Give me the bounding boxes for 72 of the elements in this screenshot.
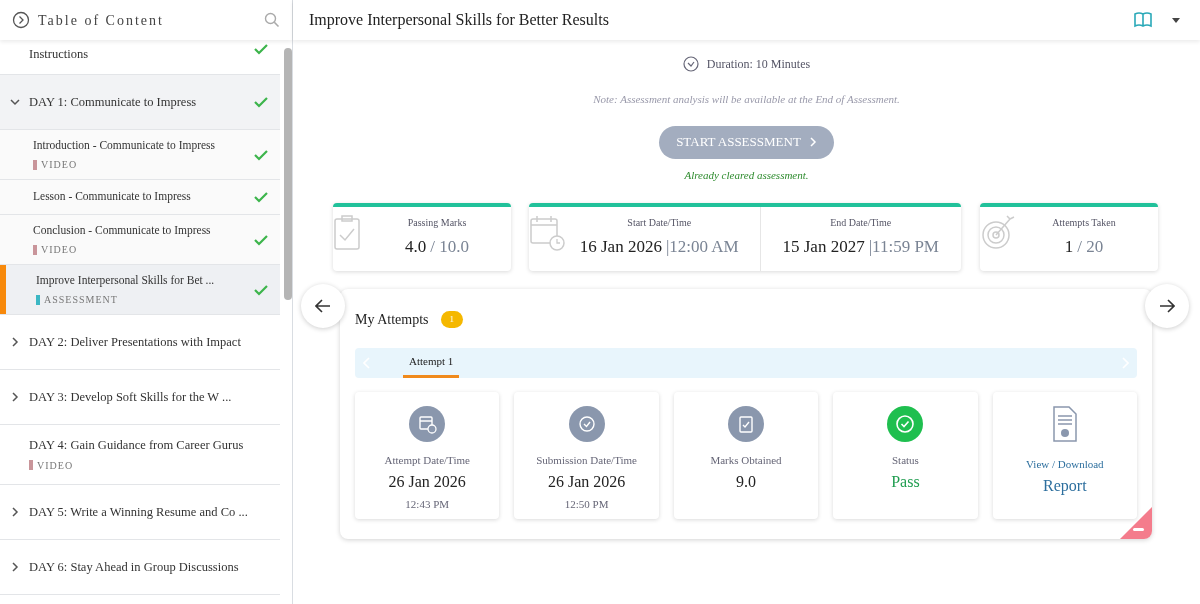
- item-title: Instructions: [29, 46, 90, 63]
- stat-value: 16 Jan 2026: [579, 236, 662, 258]
- stat-label: End Date/Time: [830, 216, 892, 230]
- detail-time: 12:43 PM: [405, 496, 450, 512]
- item-title: DAY 6: Stay Ahead in Group Discussions: [29, 558, 240, 576]
- item-title: Improve Interpersonal Skills for Bet ...: [36, 272, 216, 289]
- sidebar-item[interactable]: DAY 1: Communicate to Impress: [0, 75, 280, 130]
- chevron-right-icon: [9, 507, 20, 517]
- previous-button[interactable]: [301, 284, 345, 328]
- chevron-right-icon: [9, 562, 20, 572]
- detail-value: Pass: [891, 471, 920, 492]
- search-icon[interactable]: [264, 12, 280, 28]
- attempts-title: My Attempts: [355, 311, 429, 329]
- item-title: DAY 5: Write a Winning Resume and Co ...: [29, 503, 249, 521]
- stat-label: Start Date/Time: [627, 216, 692, 230]
- sidebar-item[interactable]: Improve Interpersonal Skills for Bet ... ASSESSMENT: [0, 265, 280, 315]
- item-title: DAY 4: Gain Guidance from Career Gurus: [29, 437, 245, 455]
- caret-icon[interactable]: [1172, 17, 1180, 23]
- page-title: Improve Interpersonal Skills for Better Results: [309, 10, 610, 31]
- content-type-label: VIDEO: [41, 243, 78, 258]
- chevron-circle-icon[interactable]: [12, 11, 30, 29]
- detail-label: Marks Obtained: [710, 453, 782, 468]
- item-title: DAY 2: Deliver Presentations with Impact: [29, 333, 242, 351]
- detail-label: Submission Date/Time: [536, 453, 637, 468]
- chevron-right-icon: [808, 137, 817, 147]
- stat-value: 4.0: [405, 236, 427, 258]
- detail-time: 12:50 PM: [564, 496, 609, 512]
- sidebar-title: Table of Content: [38, 11, 165, 30]
- target-icon: [980, 213, 1016, 251]
- item-title: DAY 1: Communicate to Impress: [29, 93, 198, 111]
- report-link[interactable]: View / Download: [1026, 456, 1104, 473]
- check-circle-icon: [887, 406, 924, 442]
- detail-label: Status: [891, 453, 919, 468]
- attempt-tab[interactable]: Attempt 1: [403, 348, 460, 378]
- chevron-right-icon: [9, 392, 20, 402]
- sidebar-item[interactable]: Lesson - Communicate to Impress: [0, 180, 280, 215]
- duration-text: Duration: 10 Minutes: [706, 56, 811, 73]
- chevron-right-icon: [9, 337, 20, 347]
- stat-secondary: / 20: [1077, 236, 1104, 258]
- stat-secondary: |11:59 PM: [868, 236, 939, 258]
- content-type-label: VIDEO: [37, 458, 74, 473]
- stat-value: 15 Jan 2027: [782, 236, 865, 258]
- item-title: Lesson - Communicate to Impress: [33, 189, 192, 205]
- content-type-label: VIDEO: [41, 158, 78, 173]
- next-button[interactable]: [1145, 284, 1189, 328]
- detail-value: 26 Jan 2026: [388, 471, 466, 492]
- stat-secondary: / 10.0: [430, 236, 469, 258]
- detail-value: 9.0: [736, 471, 756, 492]
- item-title: Conclusion - Communicate to Impress: [33, 222, 212, 239]
- sidebar-item[interactable]: Introduction - Communicate to Impress VIDEO: [0, 130, 280, 180]
- count-badge: 1: [440, 310, 463, 329]
- stat-value: 1: [1064, 236, 1074, 258]
- item-title: DAY 3: Develop Soft Skills for the W ...: [29, 388, 233, 406]
- note-text: Note: Assessment analysis will be available at the End of Assessment.: [593, 92, 900, 107]
- calendar-icon: [409, 406, 446, 442]
- selected-indicator: [0, 265, 6, 314]
- scrollbar[interactable]: [284, 48, 292, 300]
- clipboard-icon: [728, 406, 764, 442]
- book-icon[interactable]: [1134, 12, 1152, 28]
- chevron-down-icon: [9, 97, 20, 107]
- stat-label: Attempts Taken: [1052, 216, 1116, 230]
- stat-secondary: |12:00 AM: [665, 236, 739, 258]
- detail-label: Attempt Date/Time: [384, 453, 470, 468]
- detail-value: 26 Jan 2026: [547, 471, 626, 492]
- arrow-left-icon: [315, 299, 331, 313]
- content-type-label: ASSESSMENT: [44, 293, 118, 308]
- report-link[interactable]: Report: [1043, 473, 1087, 498]
- sidebar-item[interactable]: Conclusion - Communicate to Impress VIDEO: [0, 215, 280, 265]
- item-title: Introduction - Communicate to Impress: [33, 137, 217, 154]
- stat-label: Passing Marks: [407, 216, 467, 230]
- arrow-right-icon: [1159, 299, 1175, 313]
- cleared-message: Already cleared assessment.: [684, 167, 809, 183]
